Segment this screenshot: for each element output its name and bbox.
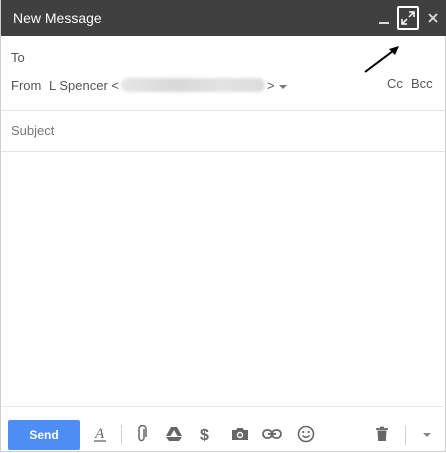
from-close-bracket: >	[267, 78, 275, 93]
formatting-icon: A	[94, 426, 106, 442]
more-options-icon[interactable]	[423, 433, 431, 437]
attach-button[interactable]	[131, 423, 153, 445]
close-button[interactable]	[425, 0, 441, 36]
from-label: From	[11, 78, 42, 93]
close-icon	[428, 13, 438, 23]
pop-out-icon	[401, 11, 415, 25]
message-body[interactable]	[1, 151, 446, 406]
link-icon	[262, 429, 282, 439]
svg-text:A: A	[94, 426, 105, 442]
emoji-button[interactable]	[295, 423, 317, 445]
cc-link[interactable]: Cc	[387, 76, 403, 91]
redacted-email	[121, 78, 265, 92]
toolbar-divider	[405, 425, 406, 445]
bcc-link[interactable]: Bcc	[411, 76, 433, 91]
svg-text:$: $	[200, 427, 209, 443]
to-label: To	[11, 50, 25, 65]
drive-icon	[166, 427, 182, 441]
compose-window: New Message To From L Spencer < > Cc Bcc…	[0, 0, 446, 452]
minimize-button[interactable]	[375, 0, 393, 36]
formatting-button[interactable]: A	[89, 423, 111, 445]
money-icon: $	[200, 427, 209, 443]
discard-button[interactable]	[371, 423, 393, 445]
compose-toolbar: Send A $	[1, 406, 446, 453]
emoji-icon	[297, 425, 315, 443]
toolbar-divider	[121, 425, 122, 445]
photo-icon	[232, 428, 248, 440]
minimize-icon	[379, 22, 389, 24]
to-field[interactable]: To	[1, 44, 446, 72]
drive-button[interactable]	[163, 423, 185, 445]
photo-button[interactable]	[229, 423, 251, 445]
from-sender-name: L Spencer <	[49, 78, 119, 93]
trash-icon	[376, 426, 388, 441]
window-title: New Message	[13, 10, 102, 26]
title-bar: New Message	[1, 0, 446, 36]
money-button[interactable]: $	[195, 423, 217, 445]
from-dropdown-icon[interactable]	[279, 85, 287, 89]
subject-field[interactable]: Subject	[1, 110, 446, 152]
attach-icon	[138, 425, 147, 442]
send-button[interactable]: Send	[8, 420, 80, 450]
pop-out-button[interactable]	[397, 6, 419, 30]
subject-placeholder: Subject	[11, 123, 55, 138]
link-button[interactable]	[261, 423, 283, 445]
from-field[interactable]: From L Spencer < > Cc Bcc	[1, 72, 446, 102]
